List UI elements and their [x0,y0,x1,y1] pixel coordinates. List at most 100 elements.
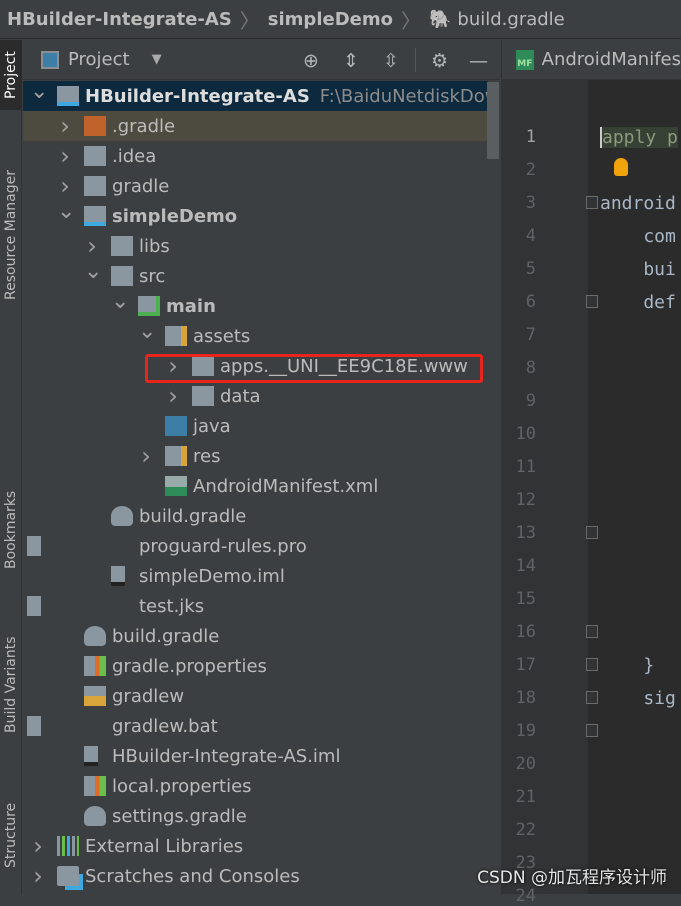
hide-panel-icon[interactable]: — [469,50,488,72]
line-number: 15 [515,589,536,609]
tree-item-label: AndroidManifest.xml [193,475,379,497]
tree-item-label: gradlew [112,685,185,707]
tool-tab-bookmarks[interactable]: Bookmarks [0,480,22,580]
breadcrumb-project[interactable]: HBuilder-Integrate-AS [7,9,232,30]
tree-item-label: local.properties [112,775,252,797]
gradle-icon [84,626,106,646]
tree-item-label: External Libraries [85,835,244,857]
code-line: com [600,226,676,247]
collapse-all-icon[interactable]: ⇳ [383,50,399,72]
lightbulb-icon[interactable] [614,158,628,176]
chevron-down-icon[interactable]: ⌄ [138,319,156,344]
tree-item-label: java [193,415,231,437]
editor-tab[interactable]: MF AndroidManifes [502,40,681,80]
tree-item-label: gradle [112,175,170,197]
tree-item[interactable]: simpleDemo.iml [23,561,488,591]
tree-item[interactable]: › gradle [23,171,488,201]
chevron-down-icon[interactable]: ⌄ [30,79,48,104]
tree-item-label: HBuilder-Integrate-AS.iml [112,745,341,767]
tree-item-text: gradlew [112,686,184,707]
tree-item[interactable]: ⌄ assets [23,319,488,351]
chevron-down-icon[interactable]: ⌄ [111,289,129,314]
fold-marker-icon[interactable] [586,724,598,737]
fold-marker-icon[interactable] [586,625,598,638]
chevron-down-icon[interactable]: ⌄ [57,199,75,224]
tree-item[interactable]: local.properties [23,771,488,801]
tree-item-text: res [193,446,220,467]
line-number: 18 [515,688,536,708]
fold-marker-icon[interactable] [586,658,598,671]
tree-item-label: simpleDemo.iml [139,565,285,587]
tool-tab-build-variants[interactable]: Build Variants [0,630,22,740]
tree-item[interactable]: gradle.properties [23,651,488,681]
chevron-right-icon[interactable]: › [57,112,73,140]
chevron-right-icon[interactable]: › [84,232,100,260]
fold-marker-icon[interactable] [586,196,598,209]
folder-resources-icon [165,446,187,466]
line-number: 11 [515,457,536,477]
gear-icon[interactable]: ⚙ [431,50,448,72]
fold-marker-icon[interactable] [586,691,598,704]
tree-item[interactable]: ⌄ HBuilder-Integrate-AS F:\BaiduNetdiskDow… [23,79,527,111]
fold-marker-icon[interactable] [586,295,598,308]
project-view-selector[interactable]: Project [68,49,130,70]
tool-tab-project[interactable]: Project [0,40,22,110]
tree-item[interactable]: build.gradle [23,501,488,531]
tree-item[interactable]: gradlew [23,681,488,711]
chevron-right-icon[interactable]: › [30,862,46,890]
fold-marker-icon[interactable] [586,526,598,539]
tree-item-label: Scratches and Consoles [85,865,300,887]
code-line: } [600,655,655,676]
tree-item-text: gradle.properties [112,656,267,677]
tree-item-label: libs [139,235,170,257]
line-number: 2 [525,160,536,180]
tree-item[interactable]: gradlew.bat [23,711,488,741]
tree-item[interactable]: AndroidManifest.xml [23,471,488,501]
chevron-right-icon[interactable]: › [138,442,154,470]
gradle-elephant-icon: 🐘 [428,8,452,30]
tree-item[interactable]: › data [23,381,488,411]
locate-file-icon[interactable]: ⊕ [303,50,319,72]
chevron-down-icon[interactable]: ▼ [152,52,162,67]
divider [415,48,416,72]
chevron-down-icon[interactable]: ⌄ [84,259,102,284]
line-number: 7 [525,325,536,345]
line-number: 12 [515,490,536,510]
tool-tab-resource-manager[interactable]: Resource Manager [0,160,22,310]
tree-item[interactable]: › External Libraries [23,831,488,861]
chevron-right-icon[interactable]: › [165,382,181,410]
chevron-right-icon[interactable]: › [57,172,73,200]
tree-item[interactable]: › libs [23,231,488,261]
tree-item[interactable]: ⌄ simpleDemo [23,199,488,231]
tree-item-text: libs [139,236,170,257]
chevron-right-icon: 〉 [239,8,260,33]
libraries-icon [57,836,79,856]
tree-item[interactable]: ⌄ main [23,289,488,321]
chevron-right-icon[interactable]: › [30,832,46,860]
tree-item[interactable]: › Scratches and Consoles [23,861,488,891]
tree-item[interactable]: build.gradle [23,621,488,651]
breadcrumb-file[interactable]: build.gradle [457,9,564,30]
tree-item[interactable]: HBuilder-Integrate-AS.iml [23,741,488,771]
folder-icon [111,236,133,256]
tree-item[interactable]: › .gradle [23,111,488,141]
file-icon [27,716,41,736]
breadcrumb-module[interactable]: simpleDemo [268,9,393,30]
watermark: CSDN @加瓦程序设计师 [477,868,667,888]
expand-all-icon[interactable]: ⇕ [343,50,359,72]
tree-item[interactable]: ⌄ src [23,259,488,291]
tree-item[interactable]: › .idea [23,141,488,171]
line-number: 14 [515,556,536,576]
file-icon [27,536,41,556]
tree-item[interactable]: proguard-rules.pro [23,531,488,561]
folder-icon [192,386,214,406]
tree-item[interactable]: settings.gradle [23,801,488,831]
scrollbar[interactable] [487,82,499,159]
tree-item-text: assets [193,326,250,347]
chevron-right-icon[interactable]: › [57,142,73,170]
tree-item[interactable]: test.jks [23,591,488,621]
tree-item[interactable]: › res [23,441,488,471]
tree-item-label: .idea [112,145,157,167]
tree-item[interactable]: java [23,411,488,441]
tool-tab-structure[interactable]: Structure [0,795,22,875]
